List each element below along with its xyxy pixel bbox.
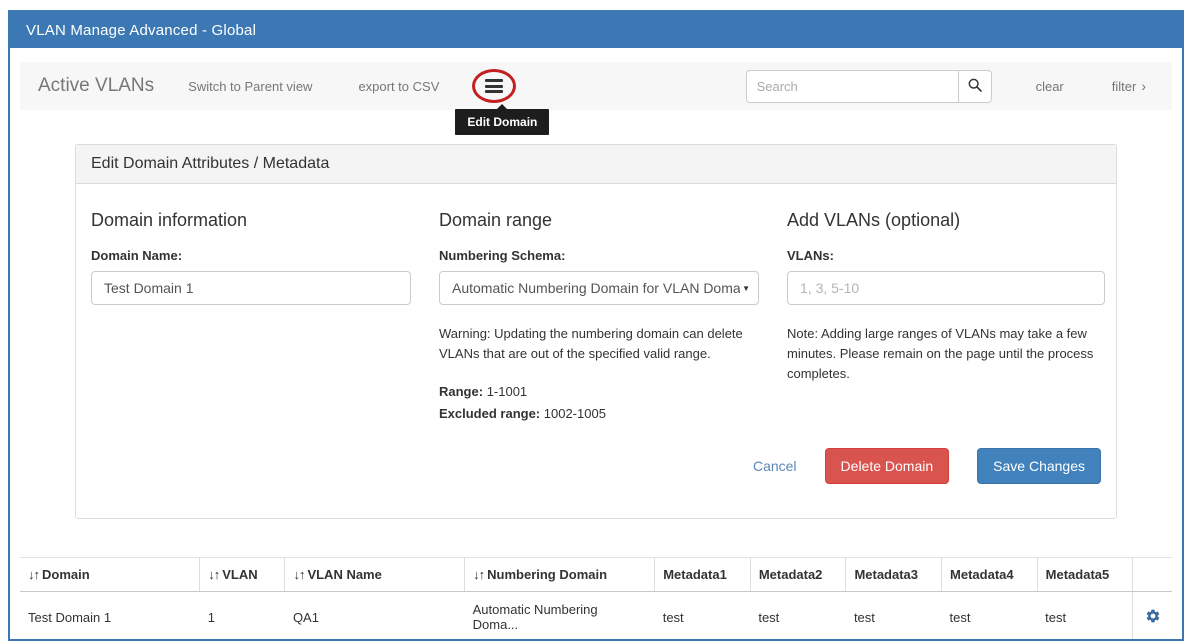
metadata3-cell: test [846,592,942,641]
sort-icon[interactable]: ↓↑ [208,567,219,582]
domain-name-field[interactable] [91,271,411,305]
column-header-metadata5: Metadata5 [1037,558,1133,592]
chevron-down-icon: ▼ [742,284,750,293]
sort-icon[interactable]: ↓↑ [28,567,39,582]
app-title-bar: VLAN Manage Advanced - Global [10,12,1182,48]
column-header-numbering-domain[interactable]: ↓↑Numbering Domain [465,558,655,592]
add-vlans-heading: Add VLANs (optional) [787,210,1105,231]
cancel-button[interactable]: Cancel [753,458,797,474]
panel-actions: Cancel Delete Domain Save Changes [76,448,1116,518]
range-info: Range: 1-1001 Excluded range: 1002-1005 [439,381,759,424]
column-header-metadata4: Metadata4 [942,558,1038,592]
numbering-schema-label: Numbering Schema: [439,248,759,263]
range-value: 1-1001 [487,384,527,399]
numbering-schema-select[interactable]: Automatic Numbering Domain for VLAN Doma… [439,271,759,305]
metadata2-cell: test [750,592,846,641]
excluded-range-value: 1002-1005 [544,406,606,421]
toolbar: Active VLANs Switch to Parent view expor… [20,62,1172,110]
hamburger-icon [485,79,503,93]
active-vlans-heading: Active VLANs [38,75,154,97]
vlans-label: VLANs: [787,248,1105,263]
column-header-actions [1133,558,1172,592]
range-label: Range: [439,384,483,399]
main-content: Active VLANs Switch to Parent view expor… [10,48,1182,641]
gear-icon[interactable] [1145,608,1161,624]
vlan-table-body: Test Domain 11QA1Automatic Numbering Dom… [20,592,1172,641]
excluded-range-label: Excluded range: [439,406,540,421]
search-button[interactable] [958,70,992,103]
filter-link[interactable]: filter› [1112,78,1146,94]
edit-domain-tooltip: Edit Domain [455,109,549,135]
domain-range-heading: Domain range [439,210,759,231]
column-header-metadata3: Metadata3 [846,558,942,592]
metadata1-cell: test [655,592,751,641]
excluded-range-line: Excluded range: 1002-1005 [439,403,759,424]
domain-information-heading: Domain information [91,210,411,231]
sort-icon[interactable]: ↓↑ [293,567,304,582]
numbering-schema-value: Automatic Numbering Domain for VLAN Doma [452,280,740,296]
edit-domain-panel: Edit Domain Attributes / Metadata Domain… [75,144,1117,519]
chevron-right-icon: › [1141,78,1146,94]
column-header-vlan-name[interactable]: ↓↑VLAN Name [285,558,465,592]
clear-link[interactable]: clear [1036,79,1064,94]
panel-header: Edit Domain Attributes / Metadata [76,145,1116,184]
range-warning-text: Warning: Updating the numbering domain c… [439,324,759,364]
domain-name-label: Domain Name: [91,248,411,263]
table-row: Test Domain 11QA1Automatic Numbering Dom… [20,592,1172,641]
range-line: Range: 1-1001 [439,381,759,402]
app-window: VLAN Manage Advanced - Global Active VLA… [8,10,1184,641]
column-header-metadata2: Metadata2 [750,558,846,592]
panel-body: Domain information Domain Name: Domain r… [76,184,1116,424]
add-vlans-section: Add VLANs (optional) VLANs: Note: Adding… [787,210,1105,424]
save-changes-button[interactable]: Save Changes [977,448,1101,484]
vlans-note-text: Note: Adding large ranges of VLANs may t… [787,324,1105,384]
column-header-vlan[interactable]: ↓↑VLAN [200,558,285,592]
search-icon [967,77,983,96]
export-csv-link[interactable]: export to CSV [358,79,439,94]
domain-information-section: Domain information Domain Name: [91,210,411,424]
table-header-row: ↓↑Domain ↓↑VLAN ↓↑VLAN Name ↓↑Numbering … [20,558,1172,592]
search-input[interactable] [746,70,958,103]
domain-cell: Test Domain 1 [20,592,200,641]
page-title: VLAN Manage Advanced - Global [26,22,256,39]
column-header-metadata1: Metadata1 [655,558,751,592]
metadata5-cell: test [1037,592,1133,641]
switch-parent-view-link[interactable]: Switch to Parent view [188,79,312,94]
domain-range-section: Domain range Numbering Schema: Automatic… [439,210,759,424]
row-actions-cell [1133,592,1172,641]
search-group: clear filter› [746,70,1154,103]
edit-domain-menu-button[interactable]: Edit Domain [485,78,505,94]
vlan-table: ↓↑Domain ↓↑VLAN ↓↑VLAN Name ↓↑Numbering … [20,557,1172,641]
vlans-field[interactable] [787,271,1105,305]
metadata4-cell: test [942,592,1038,641]
delete-domain-button[interactable]: Delete Domain [825,448,950,484]
numbering-domain-cell: Automatic Numbering Doma... [465,592,655,641]
vlan-cell: 1 [200,592,285,641]
sort-icon[interactable]: ↓↑ [473,567,484,582]
column-header-domain[interactable]: ↓↑Domain [20,558,200,592]
vlan-name-cell: QA1 [285,592,465,641]
